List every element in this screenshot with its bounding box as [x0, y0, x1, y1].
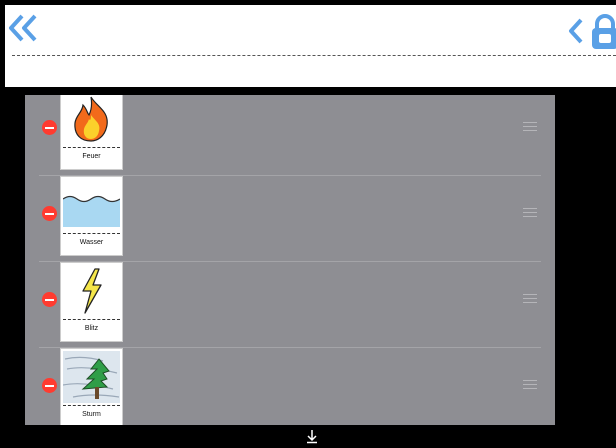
card-cut-line	[63, 147, 120, 148]
symbol-card[interactable]: Sturm	[60, 348, 123, 425]
reorder-handle-icon[interactable]	[523, 380, 537, 390]
reorder-handle-icon[interactable]	[523, 294, 537, 304]
list-item: Sturm	[25, 348, 555, 425]
card-label: Sturm	[82, 411, 101, 418]
list-item: Feuer	[25, 95, 555, 176]
list-item: Blitz	[25, 262, 555, 348]
symbol-card[interactable]: Feuer	[60, 95, 123, 170]
symbol-card[interactable]: Blitz	[60, 262, 123, 342]
chevron-left-icon[interactable]	[567, 17, 585, 45]
card-label: Wasser	[79, 239, 104, 246]
delete-button[interactable]	[42, 120, 57, 135]
reorder-handle-icon[interactable]	[523, 208, 537, 218]
delete-button[interactable]	[42, 378, 57, 393]
divider	[12, 55, 616, 56]
lock-icon[interactable]	[590, 13, 616, 51]
card-cut-line	[63, 233, 120, 234]
double-chevron-left-icon[interactable]	[7, 11, 41, 45]
delete-button[interactable]	[42, 206, 57, 221]
card-cut-line	[63, 319, 120, 320]
item-list: Feuer Wasser Blitz Sturm	[25, 95, 555, 425]
water-icon	[63, 195, 120, 227]
arrow-down-icon[interactable]	[305, 428, 319, 444]
list-item: Wasser	[25, 176, 555, 262]
storm-icon	[63, 351, 120, 403]
card-label: Feuer	[82, 153, 101, 160]
delete-button[interactable]	[42, 292, 57, 307]
lightning-icon	[82, 268, 102, 314]
card-label: Blitz	[84, 325, 99, 332]
card-cut-line	[63, 405, 120, 406]
symbol-card[interactable]: Wasser	[60, 176, 123, 256]
fire-icon	[74, 96, 108, 142]
reorder-handle-icon[interactable]	[523, 122, 537, 132]
top-toolbar	[5, 5, 616, 87]
